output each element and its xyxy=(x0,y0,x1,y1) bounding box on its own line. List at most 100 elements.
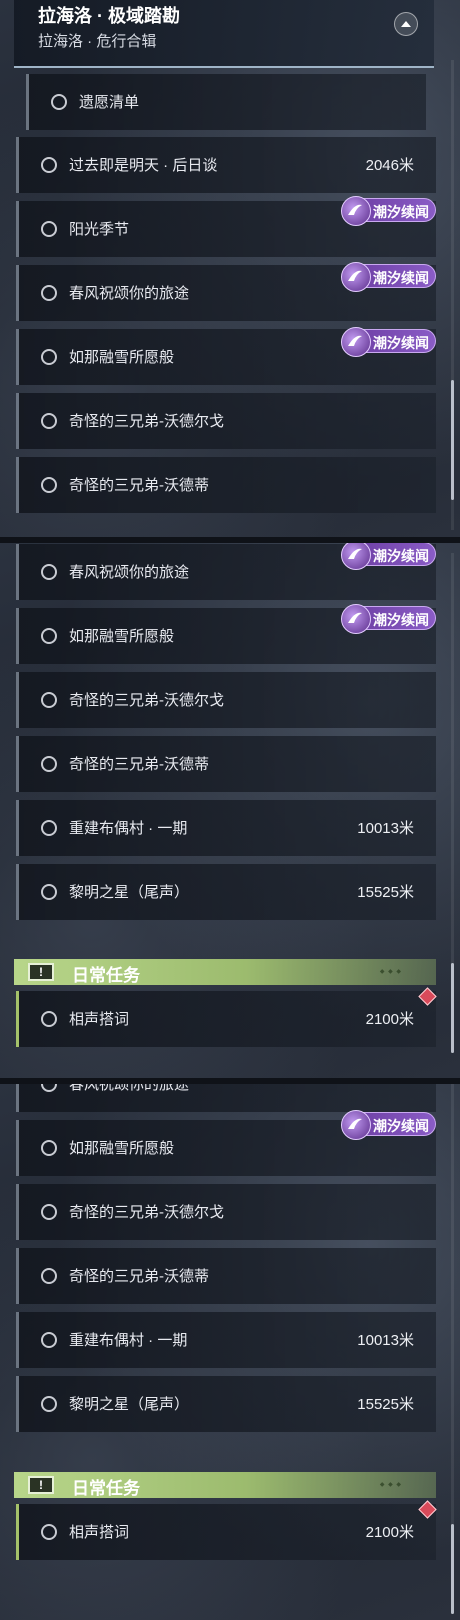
tide-badge: 潮汐续闻 xyxy=(341,262,436,292)
quest-row[interactable]: 黎明之星（尾声） 15525米 xyxy=(16,1376,436,1432)
radio-icon xyxy=(41,1524,57,1540)
quest-row[interactable]: 奇怪的三兄弟-沃德尔戈 xyxy=(16,672,436,728)
daily-quest-header[interactable]: ! 日常任务 ◆ ◆ ◆ xyxy=(14,959,436,985)
quest-row[interactable]: 重建布偶村 · 一期 10013米 xyxy=(16,1312,436,1368)
region-title: 拉海洛 · 极域踏勘 xyxy=(38,6,180,26)
quest-label: 过去即是明天 · 后日谈 xyxy=(69,157,218,174)
quest-panel-1: 拉海洛 · 极域踏勘 拉海洛 · 危行合辑 遗愿清单 过去即是明天 · 后日谈 … xyxy=(0,0,460,538)
quest-row[interactable]: 重建布偶村 · 一期 10013米 xyxy=(16,800,436,856)
daily-quest-header[interactable]: ! 日常任务 ◆ ◆ ◆ xyxy=(14,1472,436,1498)
tide-badge-label: 潮汐续闻 xyxy=(373,335,429,351)
radio-icon xyxy=(41,285,57,301)
radio-icon xyxy=(41,692,57,708)
tide-badge-label: 潮汐续闻 xyxy=(373,1118,429,1134)
quest-label: 春风祝颂你的旅途 xyxy=(69,564,190,581)
radio-icon xyxy=(41,349,57,365)
tide-badge-label: 潮汐续闻 xyxy=(373,548,429,564)
radio-icon xyxy=(41,221,57,237)
radio-icon xyxy=(41,1396,57,1412)
tide-icon xyxy=(341,604,371,634)
quest-row[interactable]: 奇怪的三兄弟-沃德尔戈 xyxy=(16,1184,436,1240)
quest-distance: 2100米 xyxy=(365,1524,414,1541)
quest-row[interactable]: 奇怪的三兄弟-沃德蒂 xyxy=(16,457,436,513)
quest-panel-3: 春风祝颂你的旅途 如那融雪所愿般 奇怪的三兄弟-沃德尔戈 奇怪的三兄弟-沃德蒂 … xyxy=(0,1084,460,1620)
quest-label: 如那融雪所愿般 xyxy=(69,628,175,645)
quest-distance: 2100米 xyxy=(365,1011,414,1028)
quest-distance: 15525米 xyxy=(357,1396,414,1413)
quest-label: 重建布偶村 · 一期 xyxy=(69,820,188,837)
quest-label: 黎明之星（尾声） xyxy=(69,1396,190,1413)
quest-label: 奇怪的三兄弟-沃德尔戈 xyxy=(69,1204,224,1221)
quest-label: 春风祝颂你的旅途 xyxy=(69,285,190,302)
quest-label: 奇怪的三兄弟-沃德蒂 xyxy=(69,1268,209,1285)
quest-label: 重建布偶村 · 一期 xyxy=(69,1332,188,1349)
quest-label: 阳光季节 xyxy=(69,221,130,238)
tide-badge-label: 潮汐续闻 xyxy=(373,270,429,286)
quest-distance: 2046米 xyxy=(365,157,414,174)
quest-region-header[interactable]: 拉海洛 · 极域踏勘 拉海洛 · 危行合辑 xyxy=(14,0,434,68)
tide-badge: 潮汐续闻 xyxy=(341,1110,436,1140)
quest-distance: 10013米 xyxy=(357,1332,414,1349)
quest-label: 春风祝颂你的旅途 xyxy=(69,1084,190,1093)
tide-icon xyxy=(341,1110,371,1140)
scrollbar-thumb[interactable] xyxy=(451,963,454,1053)
quest-label: 奇怪的三兄弟-沃德尔戈 xyxy=(69,413,224,430)
quest-label: 相声搭词 xyxy=(69,1011,130,1028)
tide-badge-label: 潮汐续闻 xyxy=(373,612,429,628)
decorative-tag: ◆ ◆ ◆ xyxy=(379,969,402,975)
quest-row[interactable]: 相声搭词 2100米 xyxy=(16,991,436,1047)
radio-icon xyxy=(41,564,57,580)
quest-label: 奇怪的三兄弟-沃德尔戈 xyxy=(69,692,224,709)
quest-row[interactable]: 奇怪的三兄弟-沃德尔戈 xyxy=(16,393,436,449)
daily-quest-title: 日常任务 xyxy=(72,966,140,985)
radio-icon xyxy=(41,1011,57,1027)
quest-distance: 10013米 xyxy=(357,820,414,837)
quest-row[interactable]: 相声搭词 2100米 xyxy=(16,1504,436,1560)
quest-label: 如那融雪所愿般 xyxy=(69,349,175,366)
exclamation-glyph: ! xyxy=(39,965,43,979)
tide-badge-label: 潮汐续闻 xyxy=(373,204,429,220)
quest-label: 奇怪的三兄弟-沃德蒂 xyxy=(69,756,209,773)
tide-icon xyxy=(341,196,371,226)
radio-icon xyxy=(41,884,57,900)
tide-badge: 潮汐续闻 xyxy=(341,543,436,570)
daily-quest-title: 日常任务 xyxy=(72,1479,140,1498)
exclamation-icon: ! xyxy=(28,1476,54,1494)
quest-distance: 15525米 xyxy=(357,884,414,901)
tide-badge: 潮汐续闻 xyxy=(341,604,436,634)
quest-row[interactable]: 黎明之星（尾声） 15525米 xyxy=(16,864,436,920)
quest-label: 黎明之星（尾声） xyxy=(69,884,190,901)
scrollbar-thumb[interactable] xyxy=(451,380,454,500)
caret-up-icon xyxy=(401,21,411,27)
exclamation-glyph: ! xyxy=(39,1478,43,1492)
quest-panel-2: 春风祝颂你的旅途 如那融雪所愿般 奇怪的三兄弟-沃德尔戈 奇怪的三兄弟-沃德蒂 … xyxy=(0,543,460,1079)
quest-label: 奇怪的三兄弟-沃德蒂 xyxy=(69,477,209,494)
quest-row[interactable]: 奇怪的三兄弟-沃德蒂 xyxy=(16,1248,436,1304)
region-subtitle: 拉海洛 · 危行合辑 xyxy=(38,33,157,50)
quest-row[interactable]: 奇怪的三兄弟-沃德蒂 xyxy=(16,736,436,792)
radio-icon xyxy=(41,820,57,836)
quest-row[interactable]: 过去即是明天 · 后日谈 2046米 xyxy=(16,137,436,193)
scrollbar-thumb[interactable] xyxy=(451,1524,454,1614)
quest-row[interactable]: 春风祝颂你的旅途 xyxy=(16,1084,436,1112)
collapse-button[interactable] xyxy=(394,12,418,36)
radio-icon xyxy=(41,756,57,772)
radio-icon xyxy=(41,1204,57,1220)
radio-icon xyxy=(41,1268,57,1284)
decorative-tag: ◆ ◆ ◆ xyxy=(379,1482,402,1488)
radio-icon xyxy=(51,94,67,110)
quest-label: 相声搭词 xyxy=(69,1524,130,1541)
quest-label: 如那融雪所愿般 xyxy=(69,1140,175,1157)
quest-label: 遗愿清单 xyxy=(79,94,140,111)
radio-icon xyxy=(41,628,57,644)
tide-badge: 潮汐续闻 xyxy=(341,327,436,357)
quest-row[interactable]: 遗愿清单 xyxy=(26,74,426,130)
tide-icon xyxy=(341,543,371,570)
radio-icon xyxy=(41,1332,57,1348)
exclamation-icon: ! xyxy=(28,963,54,981)
radio-icon xyxy=(41,1084,57,1092)
radio-icon xyxy=(41,1140,57,1156)
radio-icon xyxy=(41,413,57,429)
radio-icon xyxy=(41,157,57,173)
radio-icon xyxy=(41,477,57,493)
